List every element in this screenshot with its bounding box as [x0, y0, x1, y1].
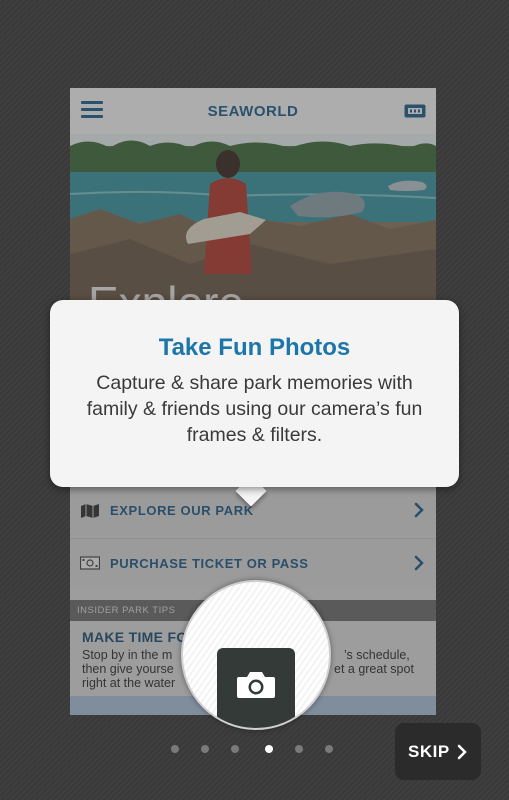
camera-icon: [237, 672, 275, 698]
camera-spotlight: [181, 580, 331, 730]
camera-button[interactable]: [217, 648, 295, 728]
page-dot[interactable]: [295, 745, 303, 753]
page-dot-active[interactable]: [265, 745, 273, 753]
page-dot[interactable]: [325, 745, 333, 753]
page-dot[interactable]: [171, 745, 179, 753]
chevron-right-icon: [457, 744, 467, 760]
page-dot[interactable]: [231, 745, 239, 753]
skip-button[interactable]: SKIP: [395, 723, 481, 780]
popup-title: Take Fun Photos: [158, 334, 351, 361]
page-indicator: [171, 745, 341, 757]
page-dot[interactable]: [201, 745, 209, 753]
popup-body: Capture & share park memories with famil…: [86, 372, 423, 446]
skip-label: SKIP: [408, 742, 450, 761]
onboarding-popup: Take Fun Photos Capture & share park mem…: [50, 300, 459, 487]
